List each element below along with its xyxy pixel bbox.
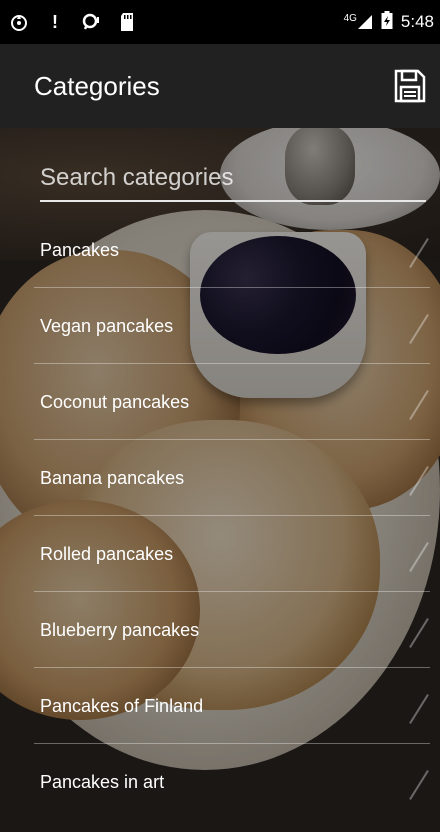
clock: 5:48 [400,12,434,31]
app-toolbar: Categories [0,44,440,128]
list-item[interactable]: Blueberry pancakes [0,592,440,668]
list-item[interactable]: Vegan pancakes [0,288,440,364]
divider-decoration [409,694,429,724]
status-bar: ! 4G 5:48 [0,0,440,44]
list-item[interactable]: Pancakes in art [0,744,440,820]
divider-decoration [409,542,429,572]
search-input[interactable] [40,158,426,198]
list-item[interactable]: Pancakes [0,212,440,288]
category-label: Rolled pancakes [40,543,174,564]
divider-decoration [409,238,429,268]
page-title: Categories [34,70,160,101]
divider-decoration [409,618,429,648]
divider-decoration [409,314,429,344]
category-label: Vegan pancakes [40,315,174,336]
search-field[interactable] [40,158,426,202]
divider-decoration [409,390,429,420]
battery-icon [381,10,393,34]
divider-decoration [409,466,429,496]
divider-decoration [409,770,429,800]
list-item[interactable]: Banana pancakes [0,440,440,516]
category-label: Blueberry pancakes [40,619,200,640]
save-button[interactable] [390,66,430,106]
alert-icon: ! [52,11,58,32]
network-type: 4G [343,13,357,24]
category-label: Coconut pancakes [40,391,190,412]
category-label: Pancakes [40,239,120,260]
list-item[interactable]: Coconut pancakes [0,364,440,440]
fire-icon [8,11,30,33]
signal-icon: 4G [343,13,373,30]
category-label: Banana pancakes [40,467,185,488]
list-item[interactable]: Pancakes of Finland [0,668,440,744]
chat-icon [80,11,102,33]
floppy-disk-icon [394,69,426,103]
sd-card-icon [116,11,138,33]
list-item[interactable]: Rolled pancakes [0,516,440,592]
category-label: Pancakes of Finland [40,695,204,716]
category-list: Pancakes Vegan pancakes Coconut pancakes… [0,212,440,820]
category-label: Pancakes in art [40,771,165,792]
